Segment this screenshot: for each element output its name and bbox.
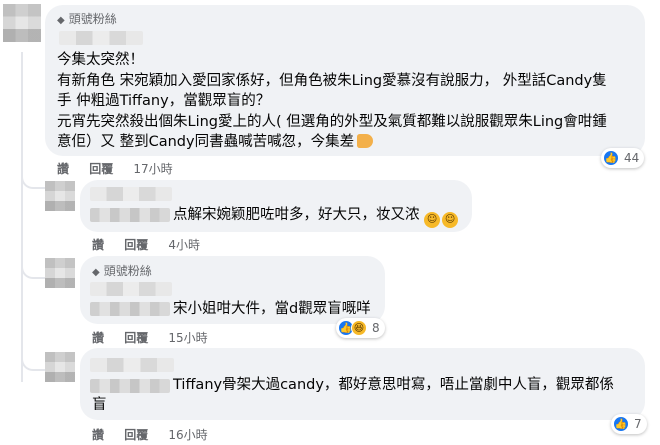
reply-link[interactable]: 回覆 xyxy=(89,162,113,176)
reaction-summary[interactable]: 👍 😆 8 xyxy=(336,318,385,338)
commenter-name[interactable] xyxy=(59,31,143,45)
timestamp[interactable]: 4小時 xyxy=(168,238,200,252)
top-fan-badge[interactable]: ◆ 頭號粉絲 xyxy=(92,262,152,279)
thumbs-up-icon: 👍 xyxy=(603,150,619,166)
avatar[interactable] xyxy=(45,181,75,211)
reply-bubble: ◆ 頭號粉絲 宋小姐咁大件，當d觀眾盲嘅咩 xyxy=(80,256,385,324)
comment-actions: 讚 回覆 16小時 xyxy=(92,426,224,443)
like-link[interactable]: 讚 xyxy=(57,162,69,176)
haha-icon: 😆 xyxy=(351,320,367,336)
timestamp[interactable]: 17小時 xyxy=(133,162,172,176)
thumbs-down-emoji xyxy=(357,134,374,148)
mention-name[interactable] xyxy=(90,208,170,222)
comment-actions: 讚 回覆 15小時 xyxy=(92,329,224,346)
commenter-name[interactable] xyxy=(90,187,172,201)
timestamp[interactable]: 16小時 xyxy=(168,428,207,442)
thread-connector xyxy=(21,355,45,371)
commenter-name[interactable] xyxy=(90,358,174,372)
grin-emoji: ☺ xyxy=(424,212,441,228)
commenter-name[interactable] xyxy=(90,282,172,296)
comment-text: 宋小姐咁大件，當d觀眾盲嘅咩 xyxy=(173,301,371,317)
reaction-summary[interactable]: 👍 44 xyxy=(601,148,645,168)
avatar[interactable] xyxy=(45,352,75,382)
thread-line xyxy=(21,52,23,382)
comment-actions: 讚 回覆 4小時 xyxy=(92,236,216,253)
comment-actions: 讚 回覆 17小時 xyxy=(57,160,189,177)
comment-text: 点解宋婉颖肥咗咁多，好大只，妆又浓 ☺ ☺ xyxy=(173,205,459,228)
mention-name[interactable] xyxy=(90,379,170,393)
reply-link[interactable]: 回覆 xyxy=(124,238,148,252)
comment-text: 今集太突然！ 有新角色 宋宛穎加入愛回家係好，但角色被朱Ling愛慕沒有說服力，… xyxy=(57,52,607,150)
reply-bubble: Tiffany骨架大過candy，都好意思咁寫，唔止當劇中人盲，觀眾都係 盲 xyxy=(80,348,645,420)
thumbs-up-icon: 👍 xyxy=(613,416,629,432)
like-link[interactable]: 讚 xyxy=(92,238,104,252)
like-link[interactable]: 讚 xyxy=(92,428,104,442)
reaction-summary[interactable]: 👍 7 xyxy=(611,414,647,434)
reply-link[interactable]: 回覆 xyxy=(124,331,148,345)
avatar[interactable] xyxy=(3,4,41,42)
like-link[interactable]: 讚 xyxy=(92,331,104,345)
diamond-icon: ◆ xyxy=(57,15,65,26)
mention-name[interactable] xyxy=(90,302,170,316)
comment-text: Tiffany骨架大過candy，都好意思咁寫，唔止當劇中人盲，觀眾都係 xyxy=(173,377,614,393)
grin-emoji: ☺ xyxy=(442,212,459,228)
top-fan-badge[interactable]: ◆ 頭號粉絲 xyxy=(57,10,117,27)
comment-bubble: ◆ 頭號粉絲 今集太突然！ 有新角色 宋宛穎加入愛回家係好，但角色被朱Ling愛慕… xyxy=(45,5,645,156)
avatar[interactable] xyxy=(45,258,75,288)
reply-bubble: 点解宋婉颖肥咗咁多，好大只，妆又浓 ☺ ☺ xyxy=(80,180,472,232)
comment-text-continued: 盲 xyxy=(92,397,107,413)
thread-connector xyxy=(21,263,45,279)
diamond-icon: ◆ xyxy=(92,267,100,278)
thread-connector xyxy=(21,173,45,189)
timestamp[interactable]: 15小時 xyxy=(168,331,207,345)
reply-link[interactable]: 回覆 xyxy=(124,428,148,442)
